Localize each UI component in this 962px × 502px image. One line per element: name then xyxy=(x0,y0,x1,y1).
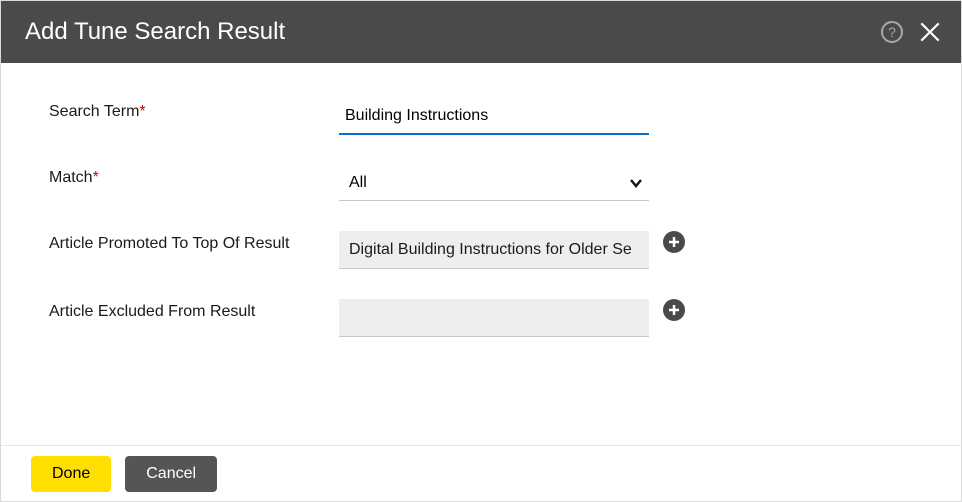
cancel-button[interactable]: Cancel xyxy=(125,456,217,492)
search-term-input[interactable] xyxy=(339,99,649,135)
match-select[interactable]: All xyxy=(339,165,649,201)
dialog-footer: Done Cancel xyxy=(1,445,961,501)
row-excluded: Article Excluded From Result xyxy=(49,299,913,337)
help-icon[interactable]: ? xyxy=(881,21,903,43)
done-button[interactable]: Done xyxy=(31,456,111,492)
field-excluded xyxy=(339,299,649,337)
label-text: Search Term xyxy=(49,103,139,120)
label-promoted: Article Promoted To Top Of Result xyxy=(49,231,339,253)
promoted-value: Digital Building Instructions for Older … xyxy=(349,241,632,259)
label-search-term: Search Term* xyxy=(49,99,339,121)
label-match: Match* xyxy=(49,165,339,187)
row-search-term: Search Term* xyxy=(49,99,913,135)
titlebar-actions: ? xyxy=(881,19,943,45)
field-match: All xyxy=(339,165,649,201)
match-value: All xyxy=(349,174,367,192)
required-asterisk: * xyxy=(139,103,145,120)
row-match: Match* All xyxy=(49,165,913,201)
label-text: Article Excluded From Result xyxy=(49,303,255,320)
close-icon[interactable] xyxy=(917,19,943,45)
field-promoted: Digital Building Instructions for Older … xyxy=(339,231,649,269)
excluded-input[interactable] xyxy=(339,299,649,337)
label-excluded: Article Excluded From Result xyxy=(49,299,339,321)
field-search-term xyxy=(339,99,649,135)
label-text: Article Promoted To Top Of Result xyxy=(49,235,289,252)
dialog: Add Tune Search Result ? Search Term* Ma… xyxy=(0,0,962,502)
dialog-title: Add Tune Search Result xyxy=(25,18,285,46)
promoted-input[interactable]: Digital Building Instructions for Older … xyxy=(339,231,649,269)
row-promoted: Article Promoted To Top Of Result Digita… xyxy=(49,231,913,269)
add-promoted-button[interactable] xyxy=(663,231,685,253)
required-asterisk: * xyxy=(93,169,99,186)
chevron-down-icon xyxy=(629,176,643,190)
add-excluded-button[interactable] xyxy=(663,299,685,321)
dialog-body: Search Term* Match* All Article Pr xyxy=(1,63,961,445)
titlebar: Add Tune Search Result ? xyxy=(1,1,961,63)
label-text: Match xyxy=(49,169,93,186)
